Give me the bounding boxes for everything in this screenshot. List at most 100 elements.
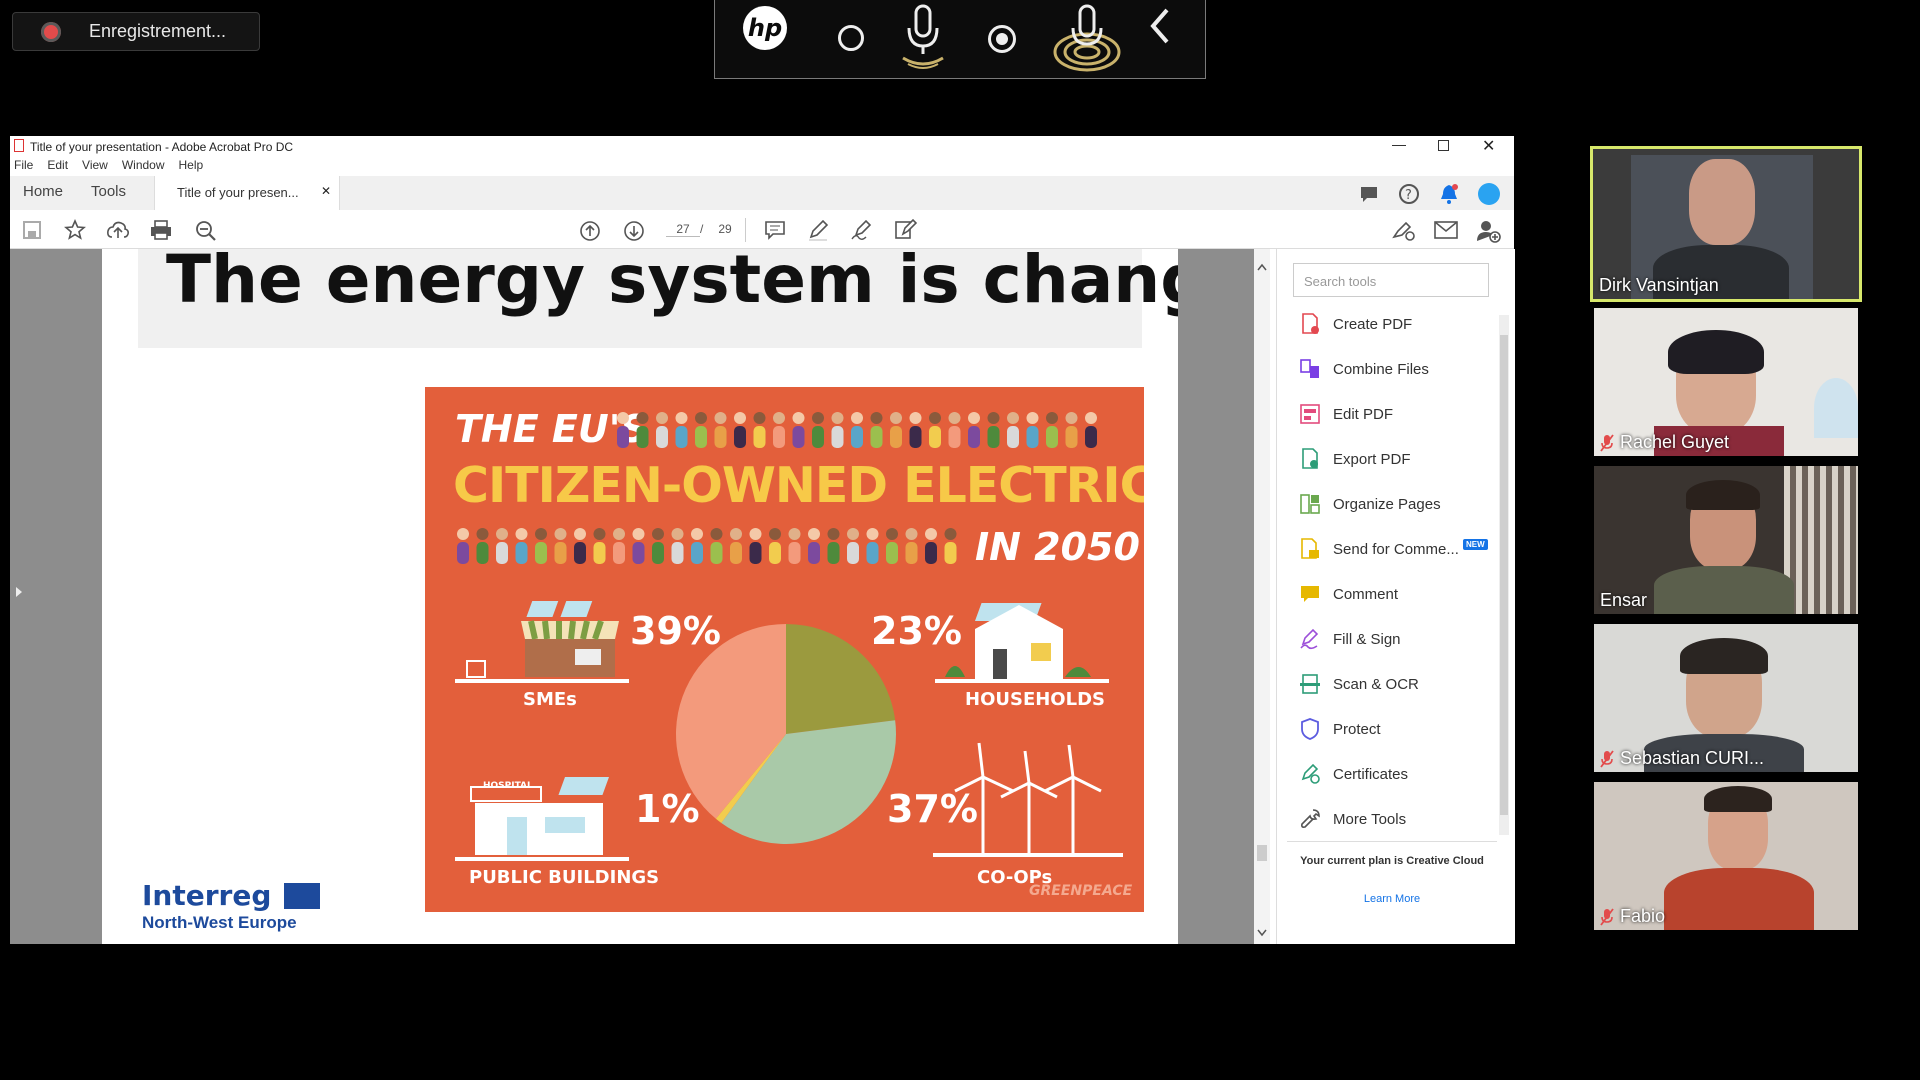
close-tab-icon[interactable]: ✕ (321, 184, 331, 198)
wrench-icon (1299, 808, 1321, 830)
person-figure (1026, 412, 1039, 448)
document-area[interactable]: The energy system is changing THE EU'S C… (10, 249, 1254, 944)
microphone-active-icon[interactable] (1051, 2, 1123, 74)
label-public-buildings: PUBLIC BUILDINGS (469, 867, 660, 888)
microphone-icon[interactable] (898, 4, 948, 70)
tab-tools[interactable]: Tools (91, 183, 126, 200)
tab-home[interactable]: Home (23, 183, 63, 200)
circle-icon[interactable] (838, 25, 864, 51)
tool-edit-pdf[interactable]: Edit PDF (1299, 399, 1393, 429)
scroll-up-icon[interactable] (1257, 263, 1267, 271)
tool-label: Create PDF (1333, 315, 1413, 333)
tool-more-tools[interactable]: More Tools (1299, 804, 1406, 834)
svg-text:?: ? (1405, 188, 1412, 203)
chat-icon[interactable] (1359, 184, 1379, 204)
person-figure (1046, 412, 1058, 448)
minimize-icon[interactable]: — (1392, 136, 1406, 152)
tool-comment[interactable]: Comment (1299, 579, 1398, 609)
tool-label: Combine Files (1333, 360, 1429, 378)
participant-tile-fabio[interactable]: Fabio (1594, 782, 1858, 930)
search-tools-input[interactable]: Search tools (1293, 263, 1489, 297)
document-scrollbar[interactable] (1254, 249, 1270, 944)
comment-icon[interactable] (764, 219, 786, 241)
tools-scroll-thumb[interactable] (1500, 335, 1508, 815)
tool-protect[interactable]: Protect (1299, 714, 1381, 744)
microphone-muted-icon (1600, 433, 1614, 452)
person-figure (905, 528, 918, 564)
menu-file[interactable]: File (14, 158, 33, 172)
menu-view[interactable]: View (82, 158, 108, 172)
people-row-bottom (457, 528, 957, 564)
close-window-icon[interactable]: ✕ (1482, 136, 1495, 156)
person-figure (535, 528, 547, 564)
scan-ocr-icon (1299, 673, 1321, 695)
person-figure (987, 412, 1000, 448)
tool-create-pdf[interactable]: Create PDF (1299, 309, 1412, 339)
fill-sign-icon (1299, 628, 1321, 650)
participant-tile-sebastian[interactable]: Sebastian CURI... (1594, 624, 1858, 772)
organize-pages-icon (1299, 493, 1321, 515)
scroll-thumb[interactable] (1257, 845, 1267, 861)
tool-fill-sign[interactable]: Fill & Sign (1299, 624, 1401, 654)
tool-export-pdf[interactable]: Export PDF (1299, 444, 1411, 474)
tool-combine-files[interactable]: Combine Files (1299, 354, 1429, 384)
scroll-down-icon[interactable] (1257, 929, 1267, 937)
recording-indicator[interactable]: Enregistrement... (12, 12, 260, 51)
star-icon[interactable] (64, 219, 86, 241)
menu-window[interactable]: Window (122, 158, 165, 172)
print-icon[interactable] (149, 219, 173, 241)
participant-name: Fabio (1600, 906, 1665, 927)
tools-scrollbar[interactable] (1499, 315, 1509, 835)
participant-tile-rachel[interactable]: Rachel Guyet (1594, 308, 1858, 456)
tool-certificates[interactable]: Certificates (1299, 759, 1408, 789)
tool-send-for-comments[interactable]: Send for Comme... (1299, 534, 1459, 564)
left-panel-toggle-icon[interactable] (14, 585, 24, 599)
label-smes: SMEs (523, 689, 577, 710)
tool-organize-pages[interactable]: Organize Pages (1299, 489, 1441, 519)
participant-tile-dirk[interactable]: Dirk Vansintjan (1590, 146, 1862, 302)
edit-pdf-icon (1299, 403, 1321, 425)
person-figure (788, 528, 801, 564)
tab-document[interactable]: Title of your presen... ✕ (154, 176, 340, 211)
learn-more-link[interactable]: Learn More (1297, 893, 1487, 905)
save-icon[interactable] (22, 220, 42, 240)
restore-icon[interactable] (1438, 140, 1449, 151)
pie-chart (676, 624, 896, 844)
person-figure (1085, 412, 1097, 448)
person-figure (870, 412, 883, 448)
previous-page-icon[interactable] (578, 219, 602, 243)
help-icon[interactable]: ? (1398, 183, 1420, 205)
person-figure (554, 528, 567, 564)
menu-edit[interactable]: Edit (47, 158, 68, 172)
person-figure (851, 412, 863, 448)
sign-icon[interactable] (850, 219, 874, 241)
participant-name: Dirk Vansintjan (1599, 275, 1719, 295)
avatar[interactable] (1478, 183, 1500, 205)
person-figure (691, 528, 703, 564)
shirt (1654, 566, 1794, 614)
menu-help[interactable]: Help (179, 158, 204, 172)
shield-icon (1299, 718, 1321, 740)
highlight-pen-icon[interactable] (807, 219, 829, 241)
person-figure (457, 528, 469, 564)
zoom-out-icon[interactable] (194, 219, 218, 243)
fill-sign-tool-icon[interactable] (893, 218, 917, 242)
next-page-icon[interactable] (622, 219, 646, 243)
tool-label: More Tools (1333, 810, 1407, 828)
chevron-left-icon[interactable] (1147, 6, 1173, 46)
person-figure (847, 528, 859, 564)
tools-pane: Search tools Create PDF Combine Files Ed… (1276, 249, 1515, 944)
page-number-input[interactable]: 27 (666, 222, 700, 237)
record-icon[interactable] (988, 25, 1016, 53)
tool-scan-ocr[interactable]: Scan & OCR (1299, 669, 1419, 699)
slide-title-box: The energy system is changing (138, 249, 1178, 348)
add-user-icon[interactable] (1476, 219, 1502, 243)
person-figure (812, 412, 824, 448)
person-figure (769, 528, 781, 564)
upload-cloud-icon[interactable] (106, 219, 130, 241)
email-icon[interactable] (1434, 221, 1458, 239)
share-link-icon[interactable] (1390, 219, 1416, 241)
notification-bell-icon[interactable] (1439, 183, 1459, 205)
participant-tile-ensar[interactable]: Ensar (1594, 466, 1858, 614)
person-figure (968, 412, 980, 448)
